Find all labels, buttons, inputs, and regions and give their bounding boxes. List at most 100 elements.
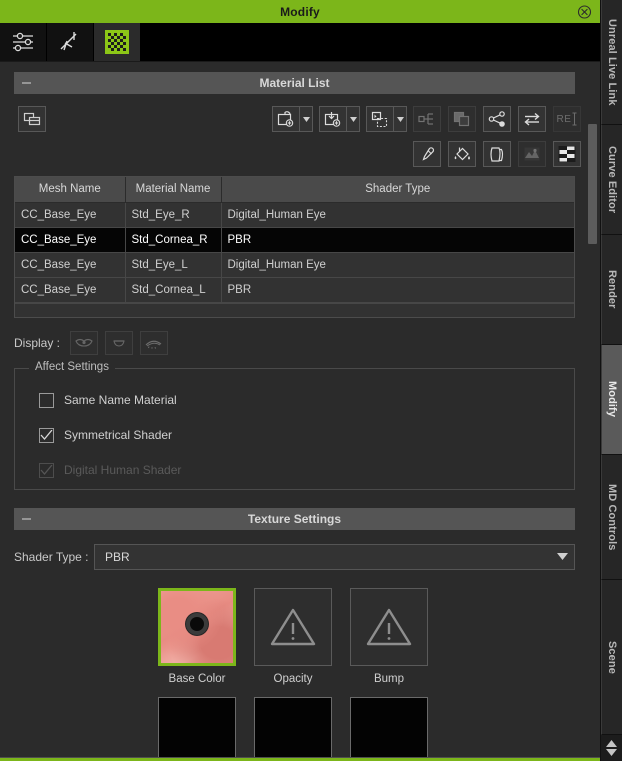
close-circle-icon[interactable] (577, 4, 592, 19)
display-eye-closed-button[interactable] (140, 330, 169, 355)
right-tab-modify[interactable]: Modify (601, 345, 622, 455)
table-row[interactable]: CC_Base_Eye Std_Cornea_L PBR (15, 277, 574, 303)
right-tab-unreal-live-link[interactable]: Unreal Live Link (601, 0, 622, 125)
base-color-texture[interactable]: Base Color (158, 587, 236, 685)
panel-scrollbar-thumb[interactable] (588, 124, 597, 244)
opacity-texture[interactable]: Opacity (254, 587, 332, 685)
digital-human-shader-checkbox: Digital Human Shader (15, 453, 574, 488)
opacity-thumbnail[interactable] (254, 587, 332, 666)
right-tab-scene[interactable]: Scene (601, 580, 622, 735)
pose-icon (60, 32, 77, 51)
symmetrical-shader-checkbox[interactable]: Symmetrical Shader (15, 418, 574, 453)
cell-mesh-name: CC_Base_Eye (15, 202, 126, 228)
panel-inner: Material List RE Mesh Name Material Name… (0, 72, 589, 761)
rename-material-label: RE (556, 113, 572, 125)
save-material-button[interactable] (319, 106, 347, 132)
texture-label: Bump (373, 672, 405, 685)
checkbox-box[interactable] (39, 427, 54, 443)
checker-preview-button[interactable] (553, 141, 581, 167)
chevron-down-icon (396, 116, 404, 122)
texture-slot-4-thumbnail[interactable] (158, 696, 236, 761)
table-row[interactable]: CC_Base_Eye Std_Eye_R Digital_Human Eye (15, 202, 574, 228)
pose-tab[interactable] (47, 23, 94, 61)
shader-type-label: Shader Type : (14, 549, 89, 564)
texture-label: Opacity (273, 672, 313, 685)
warning-triangle-icon (270, 608, 316, 645)
column-header-mesh-name[interactable]: Mesh Name (15, 177, 126, 203)
save-material-icon (324, 111, 341, 127)
cell-shader-type: Digital_Human Eye (221, 252, 574, 278)
right-tab-label: Curve Editor (606, 145, 618, 214)
main-column: Modify Material List RE Mesh Name Materi… (0, 0, 600, 761)
load-material-icon (277, 110, 294, 127)
same-name-material-checkbox[interactable]: Same Name Material (15, 383, 574, 418)
display-eye-half-button[interactable] (105, 330, 134, 355)
triangle-up-icon[interactable] (606, 740, 617, 747)
checker-square-icon (558, 146, 576, 162)
shader-type-select[interactable]: PBR (94, 543, 575, 570)
panel-layout-button[interactable] (18, 106, 46, 132)
cell-material-name: Std_Cornea_R (125, 227, 222, 253)
chevron-down-icon[interactable] (557, 553, 568, 560)
merge-materials-button (413, 106, 441, 132)
base-color-thumbnail[interactable] (158, 587, 236, 666)
sliders-icon (13, 32, 33, 52)
pick-color-button[interactable] (413, 141, 441, 167)
select-mesh-dropdown[interactable] (394, 106, 407, 132)
panel-body: Material List RE Mesh Name Material Name… (0, 62, 600, 761)
bump-texture[interactable]: Bump (350, 587, 428, 685)
checkbox-label: Digital Human Shader (64, 463, 182, 477)
checkmark-icon (40, 464, 53, 475)
merge-tree-icon (418, 113, 433, 125)
bump-thumbnail[interactable] (350, 587, 428, 666)
cell-shader-type: Digital_Human Eye (221, 202, 574, 228)
right-tab-curve-editor[interactable]: Curve Editor (601, 125, 622, 235)
texture-slot-6-thumbnail[interactable] (350, 696, 428, 761)
cell-shader-type: PBR (221, 227, 574, 253)
texture-slot-6[interactable] (350, 696, 428, 761)
checkbox-label: Symmetrical Shader (64, 428, 173, 442)
chevron-down-icon (302, 116, 310, 122)
material-list-section-header[interactable]: Material List (14, 72, 575, 94)
texture-map-icon (524, 147, 540, 161)
right-tab-label: Render (606, 270, 618, 309)
triangle-down-icon[interactable] (606, 749, 617, 756)
right-tab-md-controls[interactable]: MD Controls (601, 455, 622, 580)
load-material-dropdown[interactable] (300, 106, 313, 132)
load-material-button[interactable] (272, 106, 300, 132)
texture-grid-row-2 (0, 696, 589, 761)
texture-slot-5-thumbnail[interactable] (254, 696, 332, 761)
table-empty-space (15, 302, 574, 317)
save-material-dropdown[interactable] (347, 106, 360, 132)
texture-slot-5[interactable] (254, 696, 332, 761)
select-mesh-button[interactable] (366, 106, 394, 132)
panel-layout-icon (23, 112, 41, 126)
table-row[interactable]: CC_Base_Eye Std_Eye_L Digital_Human Eye (15, 252, 574, 278)
minus-icon[interactable] (22, 518, 31, 519)
eye-open-icon (75, 338, 93, 347)
swap-material-button[interactable] (518, 106, 546, 132)
cell-mesh-name: CC_Base_Eye (15, 227, 126, 253)
shader-type-row: Shader Type : PBR (14, 543, 575, 570)
warning-triangle-icon (366, 608, 412, 645)
display-eye-full-button[interactable] (70, 330, 99, 355)
share-material-button[interactable] (483, 106, 511, 132)
fill-color-button[interactable] (448, 141, 476, 167)
sliders-tab[interactable] (0, 23, 47, 61)
checkbox-box[interactable] (39, 392, 54, 408)
rename-material-button: RE (553, 106, 581, 132)
right-tab-render[interactable]: Render (601, 235, 622, 345)
copy-material-button[interactable] (483, 141, 511, 167)
cell-mesh-name: CC_Base_Eye (15, 277, 126, 303)
panel-scrollbar[interactable] (588, 124, 597, 761)
table-row[interactable]: CC_Base_Eye Std_Cornea_R PBR (15, 227, 574, 253)
copy-pages-icon (490, 146, 504, 162)
texture-slot-4[interactable] (158, 696, 236, 761)
column-header-material-name[interactable]: Material Name (125, 177, 222, 203)
modify-panel-window: Modify Material List RE Mesh Name Materi… (0, 0, 622, 761)
right-tab-label: Modify (606, 381, 618, 418)
minus-icon[interactable] (22, 82, 31, 84)
column-header-shader-type[interactable]: Shader Type (221, 177, 574, 203)
texture-settings-section-header[interactable]: Texture Settings (14, 507, 575, 530)
material-tab[interactable] (94, 23, 141, 61)
